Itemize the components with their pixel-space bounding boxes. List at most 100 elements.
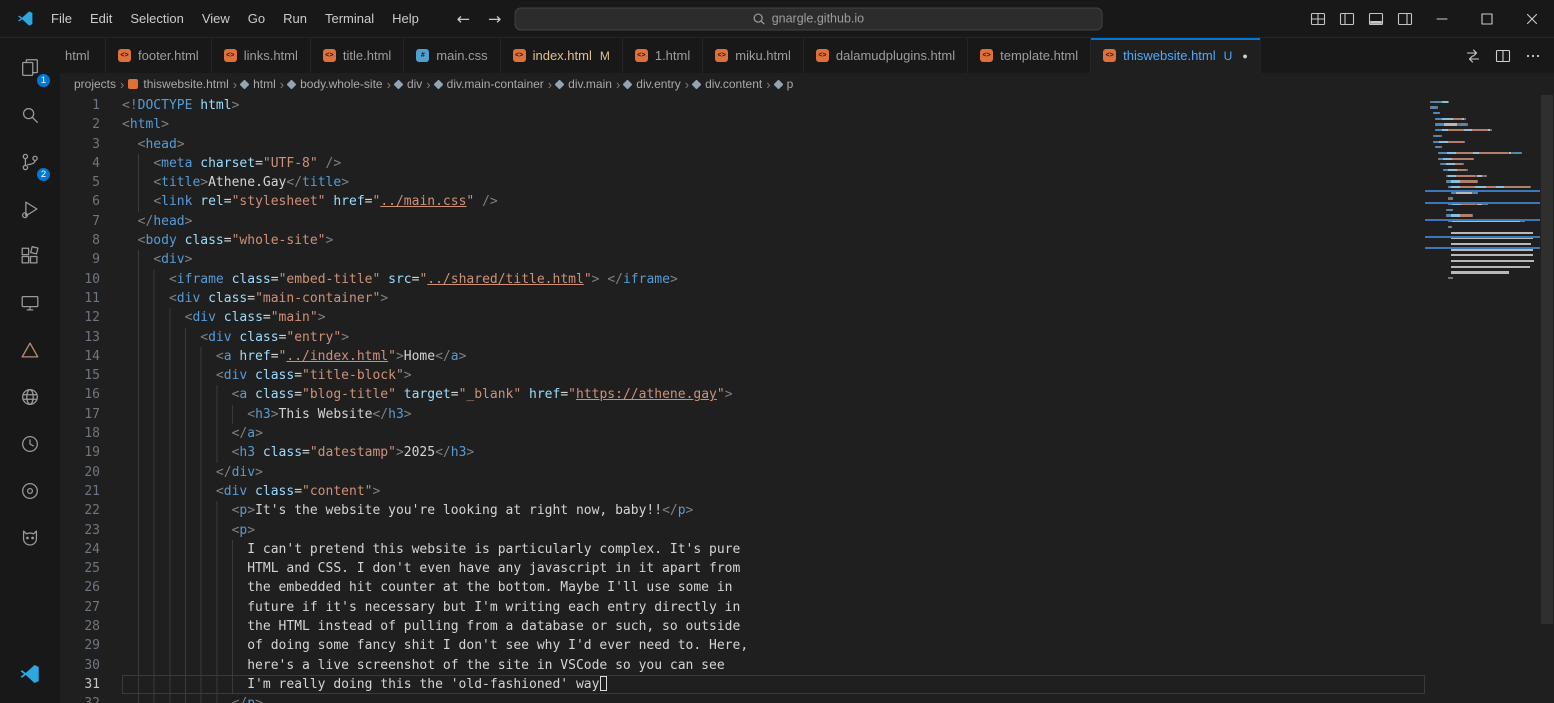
code-line[interactable]: 31 I'm really doing this the 'old-fashio… xyxy=(60,675,1425,694)
breadcrumb-item[interactable]: div.entry xyxy=(624,77,680,91)
code-line[interactable]: 26 the embedded hit counter at the botto… xyxy=(60,578,1425,597)
globe-extension-icon[interactable] xyxy=(0,373,60,420)
code-lines[interactable]: 1<!DOCTYPE html>2<html>3 <head>4 <meta c… xyxy=(60,95,1425,703)
menu-terminal[interactable]: Terminal xyxy=(316,11,383,26)
menu-go[interactable]: Go xyxy=(239,11,274,26)
code-line[interactable]: 29 of doing some fancy shit I don't see … xyxy=(60,636,1425,655)
tab-index.html[interactable]: <>index.htmlM xyxy=(501,38,623,73)
vertical-scrollbar[interactable] xyxy=(1540,95,1554,703)
code-line[interactable]: 30 here's a live screenshot of the site … xyxy=(60,656,1425,675)
breadcrumb-separator: › xyxy=(120,77,124,92)
explorer-icon[interactable]: 1 xyxy=(0,44,60,91)
breadcrumb-item[interactable]: projects xyxy=(74,77,116,91)
gitlens-icon[interactable] xyxy=(0,467,60,514)
breadcrumb-item[interactable]: html xyxy=(241,77,276,91)
toggle-primary-sidebar-icon[interactable] xyxy=(1332,0,1361,37)
code-line[interactable]: 23 <p> xyxy=(60,521,1425,540)
tab-dalamudplugins.html[interactable]: <>dalamudplugins.html xyxy=(804,38,968,73)
tab-links.html[interactable]: <>links.html xyxy=(212,38,311,73)
dirty-dot-icon[interactable]: ● xyxy=(1242,51,1247,61)
code-line[interactable]: 14 <a href="../index.html">Home</a> xyxy=(60,347,1425,366)
breadcrumb-item[interactable]: div xyxy=(395,77,422,91)
breadcrumb-item[interactable]: div.content xyxy=(693,77,762,91)
code-line[interactable]: 10 <iframe class="embed-title" src="../s… xyxy=(60,270,1425,289)
code-line[interactable]: 12 <div class="main"> xyxy=(60,308,1425,327)
forward-arrow-icon[interactable]: → xyxy=(483,9,506,28)
menu-selection[interactable]: Selection xyxy=(121,11,192,26)
symbol-element-icon xyxy=(287,79,297,89)
code-line[interactable]: 1<!DOCTYPE html> xyxy=(60,96,1425,115)
code-line[interactable]: 19 <h3 class="datestamp">2025</h3> xyxy=(60,443,1425,462)
triangle-extension-icon[interactable] xyxy=(0,326,60,373)
code-line[interactable]: 22 <p>It's the website you're looking at… xyxy=(60,501,1425,520)
menu-file[interactable]: File xyxy=(42,11,81,26)
code-line[interactable]: 15 <div class="title-block"> xyxy=(60,366,1425,385)
code-text: <!DOCTYPE html> xyxy=(122,96,1425,115)
code-line[interactable]: 20 </div> xyxy=(60,463,1425,482)
tab-thiswebsite.html[interactable]: <>thiswebsite.htmlU● xyxy=(1091,38,1261,73)
badge: 2 xyxy=(36,167,51,182)
close-button-icon[interactable] xyxy=(1509,0,1554,37)
code-line[interactable]: 25 HTML and CSS. I don't even have any j… xyxy=(60,559,1425,578)
breadcrumb-item[interactable]: div.main-container xyxy=(435,77,544,91)
code-line[interactable]: 3 <head> xyxy=(60,135,1425,154)
code-line[interactable]: 8 <body class="whole-site"> xyxy=(60,231,1425,250)
breadcrumb-item[interactable]: thiswebsite.html xyxy=(128,77,228,91)
code-line[interactable]: 2<html> xyxy=(60,115,1425,134)
more-actions-icon[interactable] xyxy=(1520,43,1545,68)
tab-title.html[interactable]: <>title.html xyxy=(311,38,404,73)
code-text: </p> xyxy=(122,694,1425,703)
tab-html[interactable]: html xyxy=(60,38,106,73)
minimap[interactable] xyxy=(1425,95,1540,703)
tab-template.html[interactable]: <>template.html xyxy=(968,38,1091,73)
run-debug-icon[interactable] xyxy=(0,185,60,232)
code-line[interactable]: 16 <a class="blog-title" target="_blank"… xyxy=(60,385,1425,404)
code-line[interactable]: 27 future if it's necessary but I'm writ… xyxy=(60,598,1425,617)
search-icon[interactable] xyxy=(0,91,60,138)
remote-explorer-icon[interactable] xyxy=(0,279,60,326)
code-line[interactable]: 24 I can't pretend this website is parti… xyxy=(60,540,1425,559)
code-line[interactable]: 18 </a> xyxy=(60,424,1425,443)
cat-extension-icon[interactable] xyxy=(0,514,60,561)
split-editor-icon[interactable] xyxy=(1490,43,1515,68)
html-file-icon: <> xyxy=(715,49,728,62)
code-line[interactable]: 6 <link rel="stylesheet" href="../main.c… xyxy=(60,192,1425,211)
tab-main.css[interactable]: #main.css xyxy=(404,38,500,73)
extensions-icon[interactable] xyxy=(0,232,60,279)
code-line[interactable]: 7 </head> xyxy=(60,212,1425,231)
back-arrow-icon[interactable]: ← xyxy=(452,9,475,28)
menu-run[interactable]: Run xyxy=(274,11,316,26)
tab-1.html[interactable]: <>1.html xyxy=(623,38,703,73)
breadcrumb-item[interactable]: body.whole-site xyxy=(288,77,383,91)
toggle-secondary-sidebar-icon[interactable] xyxy=(1390,0,1419,37)
editor[interactable]: 1<!DOCTYPE html>2<html>3 <head>4 <meta c… xyxy=(60,95,1554,703)
code-line[interactable]: 9 <div> xyxy=(60,250,1425,269)
code-line[interactable]: 4 <meta charset="UTF-8" /> xyxy=(60,154,1425,173)
code-text: the embedded hit counter at the bottom. … xyxy=(122,578,1425,597)
breadcrumb-item[interactable]: p xyxy=(775,77,794,91)
compare-changes-icon[interactable] xyxy=(1460,43,1485,68)
code-line[interactable]: 17 <h3>This Website</h3> xyxy=(60,405,1425,424)
breadcrumb-item[interactable]: div.main xyxy=(556,77,612,91)
code-line[interactable]: 11 <div class="main-container"> xyxy=(60,289,1425,308)
toggle-panel-icon[interactable] xyxy=(1361,0,1390,37)
history-icon[interactable] xyxy=(0,420,60,467)
maximize-button-icon[interactable] xyxy=(1464,0,1509,37)
scrollbar-thumb[interactable] xyxy=(1541,95,1553,624)
minimize-button-icon[interactable] xyxy=(1419,0,1464,37)
menu-help[interactable]: Help xyxy=(383,11,428,26)
source-control-icon[interactable]: 2 xyxy=(0,138,60,185)
tab-miku.html[interactable]: <>miku.html xyxy=(703,38,804,73)
menu-edit[interactable]: Edit xyxy=(81,11,121,26)
menu-view[interactable]: View xyxy=(193,11,239,26)
code-line[interactable]: 21 <div class="content"> xyxy=(60,482,1425,501)
code-line[interactable]: 32 </p> xyxy=(60,694,1425,703)
vscode-logo-icon[interactable] xyxy=(0,650,60,697)
line-number: 13 xyxy=(60,328,100,347)
command-center[interactable]: gnargle.github.io xyxy=(514,7,1102,30)
code-line[interactable]: 5 <title>Athene.Gay</title> xyxy=(60,173,1425,192)
tab-footer.html[interactable]: <>footer.html xyxy=(106,38,212,73)
code-line[interactable]: 28 the HTML instead of pulling from a da… xyxy=(60,617,1425,636)
code-line[interactable]: 13 <div class="entry"> xyxy=(60,328,1425,347)
customize-layout-icon[interactable] xyxy=(1303,0,1332,37)
